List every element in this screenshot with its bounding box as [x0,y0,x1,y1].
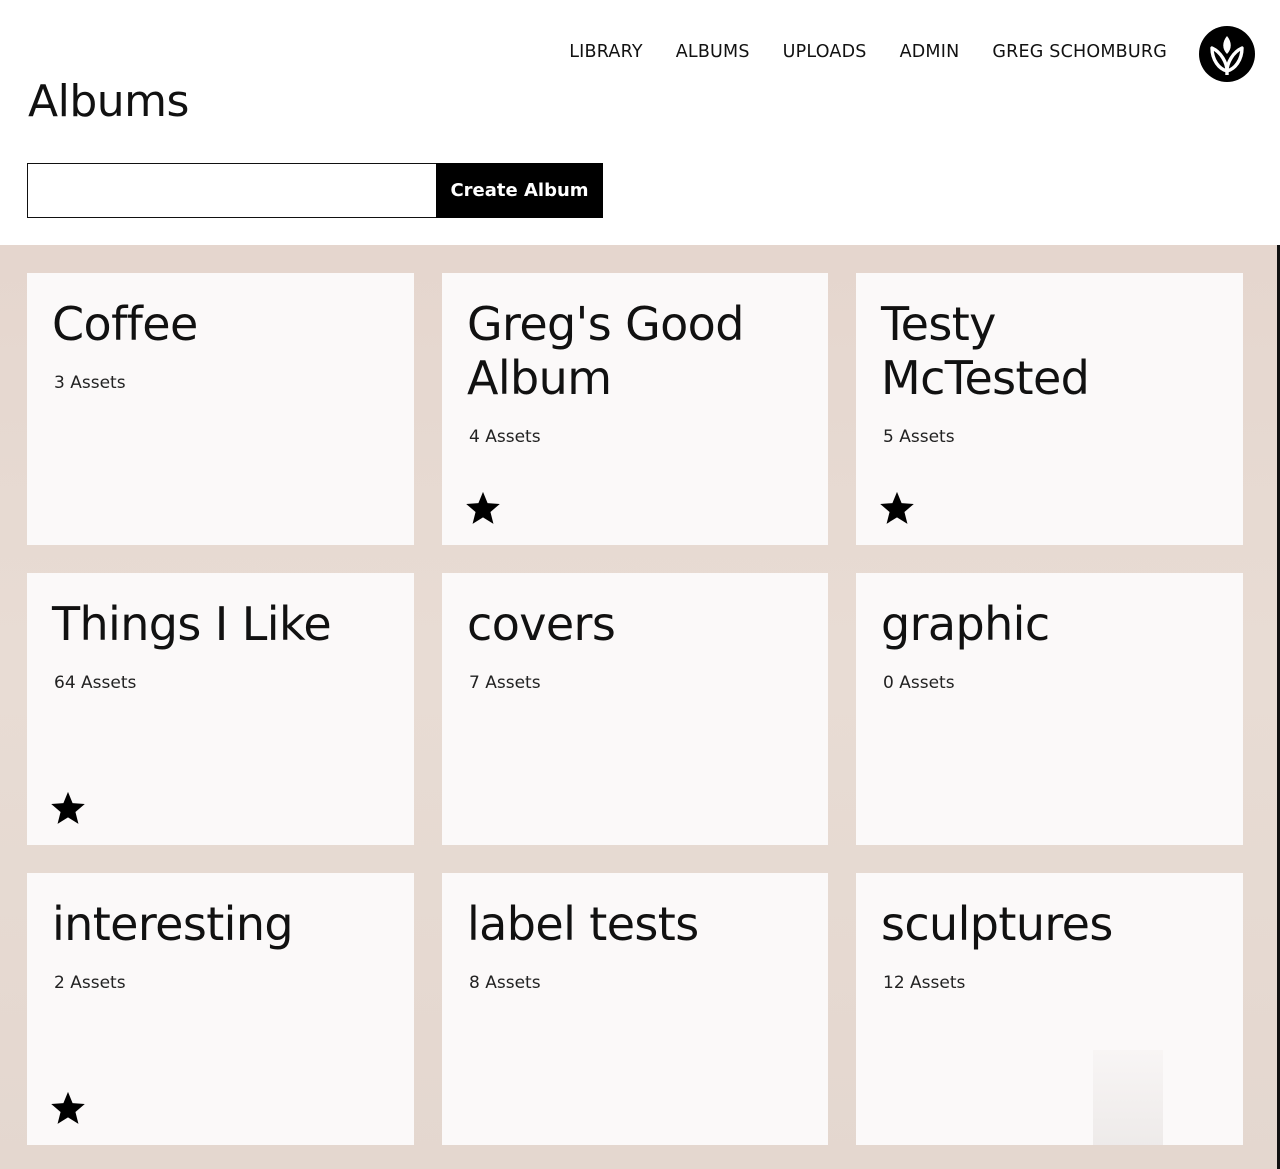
album-card[interactable]: Things I Like 64 Assets [27,573,414,845]
album-card[interactable]: graphic 0 Assets [856,573,1243,845]
page-title: Albums [28,76,189,127]
album-title: Testy McTested [881,297,1090,405]
top-navigation: LIBRARY ALBUMS UPLOADS ADMIN GREG SCHOMB… [569,42,1167,62]
star-icon[interactable] [49,789,87,827]
nav-user-link[interactable]: GREG SCHOMBURG [992,42,1167,62]
album-title: covers [467,597,616,651]
wheat-leaf-logo-icon[interactable] [1199,26,1255,82]
album-card[interactable]: Testy McTested 5 Assets [856,273,1243,545]
album-title: interesting [52,897,294,951]
album-card[interactable]: interesting 2 Assets [27,873,414,1145]
create-album-form: Create Album [27,163,603,218]
album-grid: Coffee 3 Assets Greg's Good Album 4 Asse… [27,273,1243,1145]
album-card[interactable]: Coffee 3 Assets [27,273,414,545]
album-asset-count: 0 Assets [883,673,955,693]
album-asset-count: 12 Assets [883,973,966,993]
album-asset-count: 8 Assets [469,973,541,993]
album-card[interactable]: Greg's Good Album 4 Assets [442,273,828,545]
album-title: graphic [881,597,1050,651]
nav-albums-link[interactable]: ALBUMS [676,42,750,62]
album-card[interactable]: label tests 8 Assets [442,873,828,1145]
album-card[interactable]: covers 7 Assets [442,573,828,845]
star-icon[interactable] [878,489,916,527]
album-asset-count: 5 Assets [883,427,955,447]
album-title: sculptures [881,897,1113,951]
create-album-button[interactable]: Create Album [436,163,603,218]
album-name-input[interactable] [27,163,436,218]
album-title: Greg's Good Album [467,297,744,405]
albums-page: LIBRARY ALBUMS UPLOADS ADMIN GREG SCHOMB… [0,0,1280,1169]
nav-uploads-link[interactable]: UPLOADS [783,42,867,62]
album-title: label tests [467,897,699,951]
album-card[interactable]: sculptures 12 Assets [856,873,1243,1145]
album-asset-count: 3 Assets [54,373,126,393]
star-icon[interactable] [49,1089,87,1127]
nav-admin-link[interactable]: ADMIN [900,42,960,62]
album-asset-count: 4 Assets [469,427,541,447]
star-icon[interactable] [464,489,502,527]
album-grid-area: Coffee 3 Assets Greg's Good Album 4 Asse… [0,245,1280,1169]
album-title: Coffee [52,297,198,351]
album-title: Things I Like [52,597,332,651]
album-asset-count: 2 Assets [54,973,126,993]
nav-library-link[interactable]: LIBRARY [569,42,642,62]
background-shadow [1093,1050,1163,1145]
album-asset-count: 64 Assets [54,673,137,693]
album-asset-count: 7 Assets [469,673,541,693]
